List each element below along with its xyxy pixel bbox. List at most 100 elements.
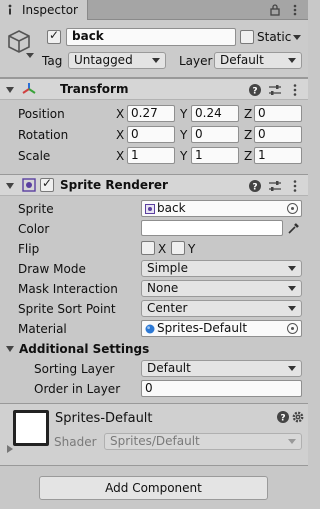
mask-interaction-label: Mask Interaction: [18, 282, 118, 296]
static-dropdown-arrow[interactable]: [293, 35, 301, 40]
menu-icon[interactable]: [289, 3, 301, 17]
material-name: Sprites-Default: [55, 411, 153, 426]
svg-text:?: ?: [252, 87, 257, 97]
position-x-value: 0.27: [131, 106, 158, 120]
active-checkbox[interactable]: [47, 28, 61, 44]
rotation-x-field[interactable]: 0: [127, 126, 175, 143]
scale-y-value: 1: [195, 148, 203, 162]
material-value: Sprites-Default: [157, 321, 248, 335]
lock-icon[interactable]: [268, 3, 282, 17]
material-preview-section: Sprites-Default Shader Sprites/Default ?: [0, 403, 308, 466]
color-swatch[interactable]: [141, 220, 283, 236]
shader-dropdown[interactable]: Sprites/Default: [104, 433, 302, 450]
static-checkbox[interactable]: [240, 30, 254, 44]
axis-y-label: Y: [180, 128, 188, 142]
order-in-layer-field[interactable]: 0: [141, 380, 302, 397]
scale-label: Scale: [18, 149, 51, 163]
chevron-down-icon[interactable]: [26, 53, 34, 59]
shader-label: Shader: [54, 435, 97, 449]
sprite-sort-point-dropdown[interactable]: Center: [141, 300, 302, 317]
material-icon: [145, 324, 155, 334]
help-icon[interactable]: ?: [248, 83, 262, 97]
sprite-renderer-foldout-icon[interactable]: [6, 183, 14, 189]
axis-y-label: Y: [180, 107, 188, 121]
object-picker-icon[interactable]: [287, 323, 298, 334]
scale-z-value: 1: [258, 148, 266, 162]
order-in-layer-label: Order in Layer: [34, 382, 121, 396]
help-icon[interactable]: ?: [248, 179, 262, 193]
transform-header[interactable]: Transform ?: [0, 78, 308, 100]
draw-mode-value: Simple: [147, 261, 188, 275]
position-label: Position: [18, 107, 65, 121]
rotation-z-field[interactable]: 0: [254, 126, 302, 143]
tag-value: Untagged: [74, 53, 133, 67]
scale-x-field[interactable]: 1: [127, 147, 175, 164]
transform-icon: [22, 83, 36, 94]
flip-x-checkbox[interactable]: [141, 241, 155, 255]
flip-x-label: X: [158, 242, 167, 256]
scale-z-field[interactable]: 1: [254, 147, 302, 164]
transform-foldout-icon[interactable]: [6, 87, 14, 93]
draw-mode-label: Draw Mode: [18, 262, 86, 276]
position-z-field[interactable]: 0: [254, 105, 302, 122]
axis-z-label: Z: [244, 149, 253, 163]
rotation-label: Rotation: [18, 128, 69, 142]
additional-settings-foldout-icon[interactable]: [6, 346, 14, 352]
static-label: Static: [257, 30, 292, 44]
material-label: Material: [18, 322, 67, 336]
eyedropper-icon[interactable]: [287, 221, 301, 235]
material-field[interactable]: Sprites-Default: [141, 320, 302, 337]
tab-bar: Inspector: [0, 0, 308, 20]
name-value: back: [72, 29, 104, 43]
material-thumbnail: [13, 410, 49, 446]
preset-icon[interactable]: [268, 83, 282, 97]
flip-label: Flip: [18, 242, 40, 256]
additional-settings-label[interactable]: Additional Settings: [19, 341, 149, 357]
tag-dropdown[interactable]: Untagged: [68, 52, 166, 69]
more-icon[interactable]: [288, 179, 302, 193]
rotation-x-value: 0: [131, 127, 139, 141]
sprite-field[interactable]: back: [141, 200, 302, 217]
sprite-renderer-header[interactable]: Sprite Renderer ?: [0, 174, 308, 196]
layer-label: Layer: [179, 54, 213, 68]
sprite-label: Sprite: [18, 202, 54, 216]
gameobject-header: back Static Tag Untagged Layer Default: [0, 20, 308, 78]
position-z-value: 0: [258, 106, 266, 120]
preset-icon[interactable]: [268, 179, 282, 193]
rotation-y-field[interactable]: 0: [191, 126, 239, 143]
gear-icon[interactable]: [291, 410, 305, 424]
sprite-value: back: [157, 201, 186, 215]
add-component-label: Add Component: [105, 481, 202, 495]
scale-y-field[interactable]: 1: [191, 147, 239, 164]
sprite-renderer-enabled-checkbox[interactable]: [40, 176, 54, 192]
help-icon[interactable]: ?: [276, 410, 290, 424]
sorting-layer-dropdown[interactable]: Default: [141, 360, 302, 377]
gameobject-cube-icon: [8, 30, 30, 53]
sorting-layer-label: Sorting Layer: [34, 362, 115, 376]
svg-text:?: ?: [252, 183, 257, 193]
sprite-icon: [145, 204, 155, 214]
object-picker-icon[interactable]: [287, 203, 298, 214]
chevron-right-icon[interactable]: [6, 445, 14, 453]
tab-label: Inspector: [22, 3, 78, 17]
draw-mode-dropdown[interactable]: Simple: [141, 260, 302, 277]
rotation-z-value: 0: [258, 127, 266, 141]
scale-x-value: 1: [131, 148, 139, 162]
position-x-field[interactable]: 0.27: [127, 105, 175, 122]
mask-interaction-dropdown[interactable]: None: [141, 280, 302, 297]
sorting-layer-value: Default: [147, 361, 191, 375]
sprite-sort-point-value: Center: [147, 301, 188, 315]
position-y-value: 0.24: [195, 106, 222, 120]
sprite-sort-point-label: Sprite Sort Point: [18, 302, 116, 316]
tab-inspector[interactable]: Inspector: [0, 0, 88, 20]
svg-text:?: ?: [280, 414, 285, 424]
layer-value: Default: [220, 53, 264, 67]
name-field[interactable]: back: [66, 28, 236, 46]
material-thumbnail-swatch: [16, 413, 46, 443]
color-label: Color: [18, 222, 50, 236]
flip-y-checkbox[interactable]: [171, 241, 185, 255]
add-component-button[interactable]: Add Component: [39, 476, 268, 500]
layer-dropdown[interactable]: Default: [214, 52, 302, 69]
more-icon[interactable]: [288, 83, 302, 97]
position-y-field[interactable]: 0.24: [191, 105, 239, 122]
